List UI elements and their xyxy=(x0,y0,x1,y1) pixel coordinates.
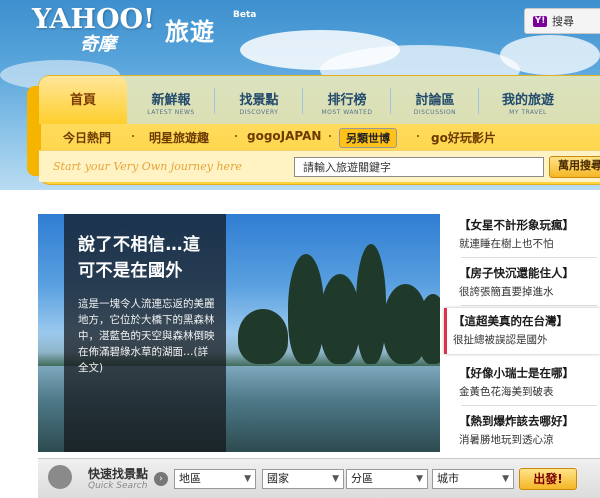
featured-photo[interactable]: 說了不相信…這可不是在國外 這是一塊令人流連忘返的美麗地方，它位於大橋下的黑森林… xyxy=(38,214,440,452)
main-navigation-panel: 首頁 新鮮報 LATEST NEWS 找景點 DISCOVERY 排行榜 MOS… xyxy=(27,75,600,185)
feature-headline[interactable]: 說了不相信…這可不是在國外 xyxy=(78,232,216,284)
side-list-item[interactable]: 【好像小瑞士是在哪】 金黃色花海美到破表 xyxy=(450,360,600,406)
feature-description[interactable]: 這是一塊令人流連忘返的美麗地方，它位於大橋下的黑森林中，湛藍色的天空與森林倒映在… xyxy=(78,296,216,376)
search-button[interactable]: 萬用搜尋 xyxy=(549,156,600,178)
tab-discovery[interactable]: 找景點 DISCOVERY xyxy=(215,76,303,124)
subnav-item-today-hot[interactable]: 今日熱門 xyxy=(63,129,111,146)
subnav-item-celebrity-travel[interactable]: 明星旅遊趣 xyxy=(149,129,209,146)
yahoo-icon: Y! xyxy=(533,15,547,27)
search-tagline: Start your Very Own journey here xyxy=(53,160,242,173)
side-list-item[interactable]: 【熱到爆炸該去哪好】 消暑勝地玩到透心涼 xyxy=(450,408,600,454)
logo-section-text: 旅遊 xyxy=(165,18,215,46)
logo-kimo-text: 奇摩 xyxy=(80,34,116,55)
quick-search-bar: 快速找景點 Quick Search › 地區 ▼ 國家 ▼ 分區 ▼ 城市 ▼ 出發! xyxy=(38,458,600,498)
quick-search-subtitle: Quick Search xyxy=(88,481,148,491)
nav-tabs: 首頁 新鮮報 LATEST NEWS 找景點 DISCOVERY 排行榜 MOS… xyxy=(39,76,600,124)
tab-my-travel[interactable]: 我的旅遊 MY TRAVEL xyxy=(479,76,577,124)
featured-content: 說了不相信…這可不是在國外 這是一塊令人流連忘返的美麗地方，它位於大橋下的黑森林… xyxy=(38,212,600,452)
district-select[interactable]: 分區 ▼ xyxy=(346,469,428,489)
subnav-item-fun-videos[interactable]: go好玩影片 xyxy=(431,129,496,146)
tab-discussion[interactable]: 討論區 DISCUSSION xyxy=(391,76,479,124)
country-select[interactable]: 國家 ▼ xyxy=(262,469,344,489)
tab-latest-news[interactable]: 新鮮報 LATEST NEWS xyxy=(127,76,215,124)
tab-home[interactable]: 首頁 xyxy=(39,76,127,124)
feature-caption-overlay: 說了不相信…這可不是在國外 這是一塊令人流連忘返的美麗地方，它位於大橋下的黑森林… xyxy=(64,214,226,452)
top-search-button[interactable]: Y! 搜尋 xyxy=(524,8,600,34)
satellite-dish-icon xyxy=(48,465,72,489)
city-select[interactable]: 城市 ▼ xyxy=(432,469,514,489)
feature-side-list: 【女星不計形象玩瘋】 就連睡在樹上也不怕 【房子快沉還能住人】 很誇張簡直要掉進… xyxy=(444,212,600,454)
top-search-label: 搜尋 xyxy=(552,15,574,28)
beta-badge: Beta xyxy=(233,10,257,20)
tab-most-wanted[interactable]: 排行榜 MOST WANTED xyxy=(303,76,391,124)
search-input[interactable] xyxy=(294,157,544,177)
sub-navigation: 今日熱門 明星旅遊趣 gogoJAPAN 另類世博 go好玩影片 xyxy=(39,124,600,148)
quick-search-title: 快速找景點 xyxy=(88,467,149,481)
subnav-item-alt-expo[interactable]: 另類世博 xyxy=(339,128,397,148)
yahoo-travel-logo[interactable]: YAHOO! 奇摩 旅遊 Beta xyxy=(32,4,256,55)
side-list-item-active[interactable]: 【這超美真的在台灣】 很扯總被誤認是國外 xyxy=(444,308,600,354)
side-list-item[interactable]: 【女星不計形象玩瘋】 就連睡在樹上也不怕 xyxy=(450,212,600,258)
subnav-item-gogojapan[interactable]: gogoJAPAN xyxy=(247,129,321,143)
main-search-row: Start your Very Own journey here 萬用搜尋 xyxy=(39,150,600,182)
side-list-item[interactable]: 【房子快沉還能住人】 很誇張簡直要掉進水 xyxy=(450,260,600,306)
chevron-right-icon: › xyxy=(154,472,168,486)
go-button[interactable]: 出發! xyxy=(519,468,577,490)
region-select[interactable]: 地區 ▼ xyxy=(174,469,256,489)
